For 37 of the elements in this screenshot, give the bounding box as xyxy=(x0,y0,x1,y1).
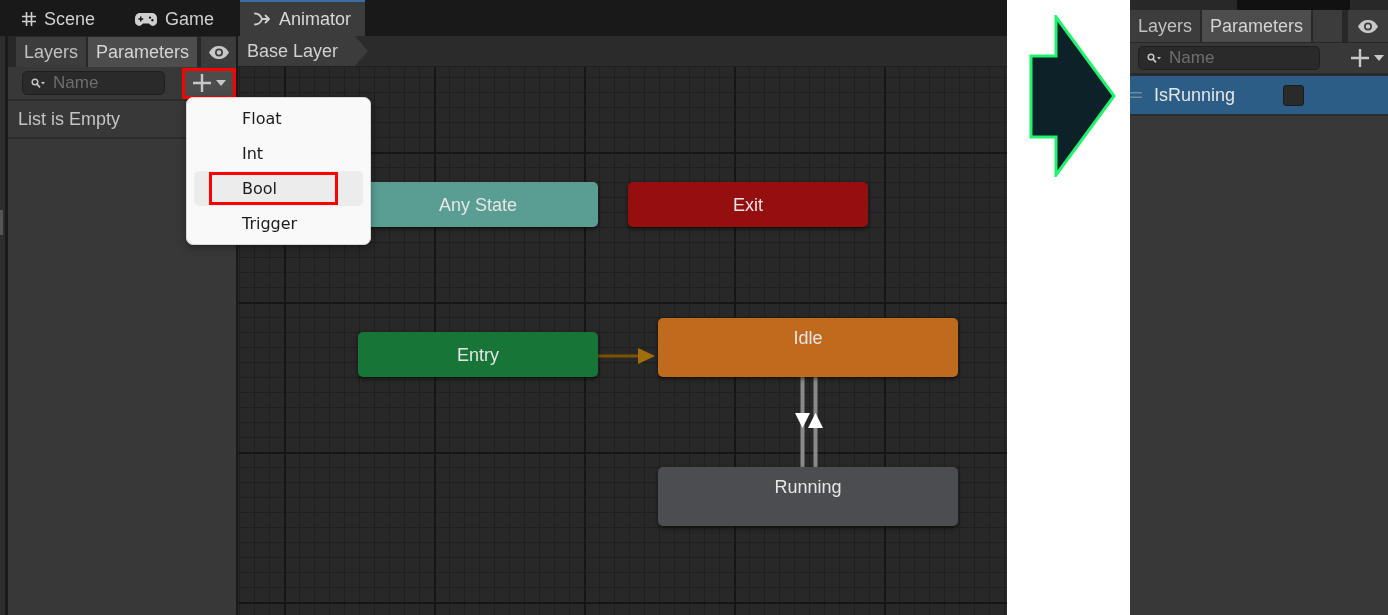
state-node[interactable]: Entry xyxy=(358,332,598,377)
panel-tab[interactable]: Parameters xyxy=(1202,10,1312,42)
editor-tab[interactable]: Animator xyxy=(240,0,366,36)
caret-icon xyxy=(1373,55,1384,61)
search-field[interactable]: Name xyxy=(1138,46,1320,70)
eye-icon xyxy=(1358,19,1378,33)
merge-arrow-icon xyxy=(254,12,272,26)
plus-icon xyxy=(192,74,211,92)
panel-tab[interactable]: Layers xyxy=(1130,10,1201,42)
breadcrumb-button[interactable]: Base Layer xyxy=(238,36,368,66)
menu-item[interactable]: Int xyxy=(194,136,363,171)
checkbox[interactable] xyxy=(1283,84,1304,106)
panel-tab[interactable]: Parameters xyxy=(88,37,198,67)
search-icon xyxy=(1147,53,1161,63)
parameter-row[interactable]: IsRunning xyxy=(1130,76,1388,116)
search-icon xyxy=(31,78,45,88)
editor-tab[interactable]: Game xyxy=(121,0,229,36)
drag-handle-icon[interactable] xyxy=(1130,92,1142,98)
state-node[interactable]: Exit xyxy=(628,182,868,227)
caret-icon xyxy=(215,80,226,86)
grid-icon xyxy=(22,12,36,26)
parameter-name: IsRunning xyxy=(1154,86,1237,104)
plus-icon xyxy=(1350,49,1369,67)
visibility-button[interactable] xyxy=(201,37,236,67)
search-field[interactable]: Name xyxy=(22,71,165,95)
editor-tab[interactable]: Scene xyxy=(8,0,110,36)
eye-icon xyxy=(208,45,229,59)
gamepad-icon xyxy=(135,12,158,26)
toolbar-slot xyxy=(1313,10,1343,42)
panel-tab[interactable]: Layers xyxy=(16,37,87,67)
menu-item[interactable]: Bool xyxy=(194,171,363,206)
empty-list-text: List is Empty xyxy=(18,110,121,128)
state-node[interactable]: Running xyxy=(658,467,958,526)
menu-item[interactable]: Float xyxy=(194,101,363,136)
right-arrow-icon xyxy=(1029,15,1117,177)
visibility-button[interactable] xyxy=(1348,10,1388,42)
scrollbar-thumb[interactable] xyxy=(0,210,3,235)
